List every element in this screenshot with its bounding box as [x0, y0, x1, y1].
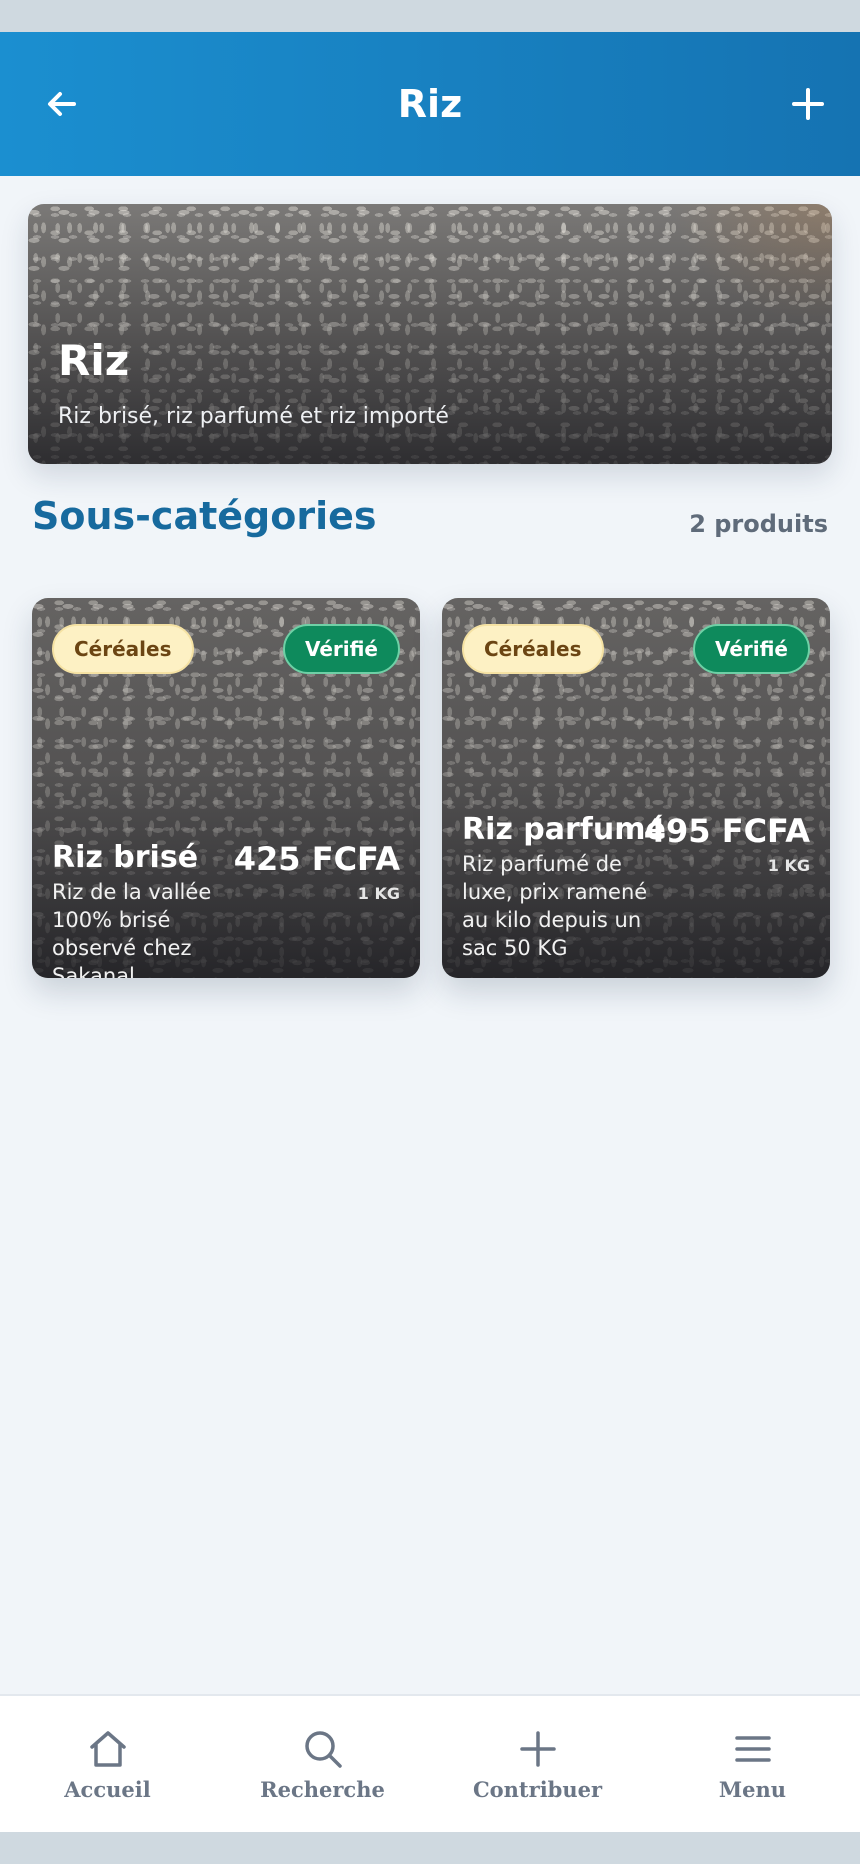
- hero-subtitle: Riz brisé, riz parfumé et riz importé: [58, 404, 449, 429]
- product-unit: 1 KG: [767, 856, 810, 875]
- section-title: Sous-catégories: [32, 494, 377, 538]
- nav-label: Menu: [718, 1776, 787, 1802]
- product-price: 425 FCFA: [233, 840, 400, 878]
- nav-label: Accueil: [64, 1776, 151, 1802]
- plus-icon: [519, 1730, 556, 1767]
- home-icon: [89, 1730, 126, 1767]
- page-title: Riz: [397, 82, 463, 126]
- nav-contribuer[interactable]: Contribuer: [430, 1695, 645, 1832]
- nav-label: Contribuer: [472, 1776, 603, 1802]
- search-icon: [304, 1730, 342, 1768]
- product-price: 495 FCFA: [643, 812, 810, 850]
- menu-icon: [734, 1735, 771, 1762]
- category-badge: Céréales: [52, 624, 194, 674]
- plus-icon: [792, 88, 824, 120]
- nav-recherche[interactable]: Recherche: [215, 1695, 430, 1832]
- add-button[interactable]: [776, 72, 840, 136]
- nav-accueil[interactable]: Accueil: [0, 1695, 215, 1832]
- app-header: Riz: [0, 32, 860, 176]
- category-badge: Céréales: [462, 624, 604, 674]
- nav-menu[interactable]: Menu: [645, 1695, 860, 1832]
- product-card[interactable]: Céréales Vérifié Riz parfumé Riz parfumé…: [442, 598, 830, 978]
- category-hero: Riz Riz brisé, riz parfumé et riz import…: [28, 204, 832, 464]
- app-screen: Riz Riz Riz brisé, riz parfumé et riz im…: [0, 32, 860, 1832]
- back-button[interactable]: [30, 72, 94, 136]
- product-count: 2 produits: [689, 510, 828, 538]
- product-name: Riz parfumé: [462, 812, 666, 847]
- nav-label: Recherche: [260, 1776, 385, 1802]
- verified-badge: Vérifié: [282, 624, 400, 674]
- verified-badge: Vérifié: [692, 624, 810, 674]
- bottom-nav: Accueil Recherche Contribuer Menu: [0, 1694, 860, 1832]
- product-card[interactable]: Céréales Vérifié Riz brisé Riz de la val…: [32, 598, 420, 978]
- hero-title: Riz: [58, 336, 130, 385]
- arrow-left-icon: [48, 92, 76, 116]
- product-description: Riz de la vallée 100% brisé observé chez…: [52, 880, 212, 978]
- product-description: Riz parfumé de luxe, prix ramené au kilo…: [462, 852, 648, 960]
- product-name: Riz brisé: [52, 840, 199, 875]
- product-unit: 1 KG: [357, 884, 400, 903]
